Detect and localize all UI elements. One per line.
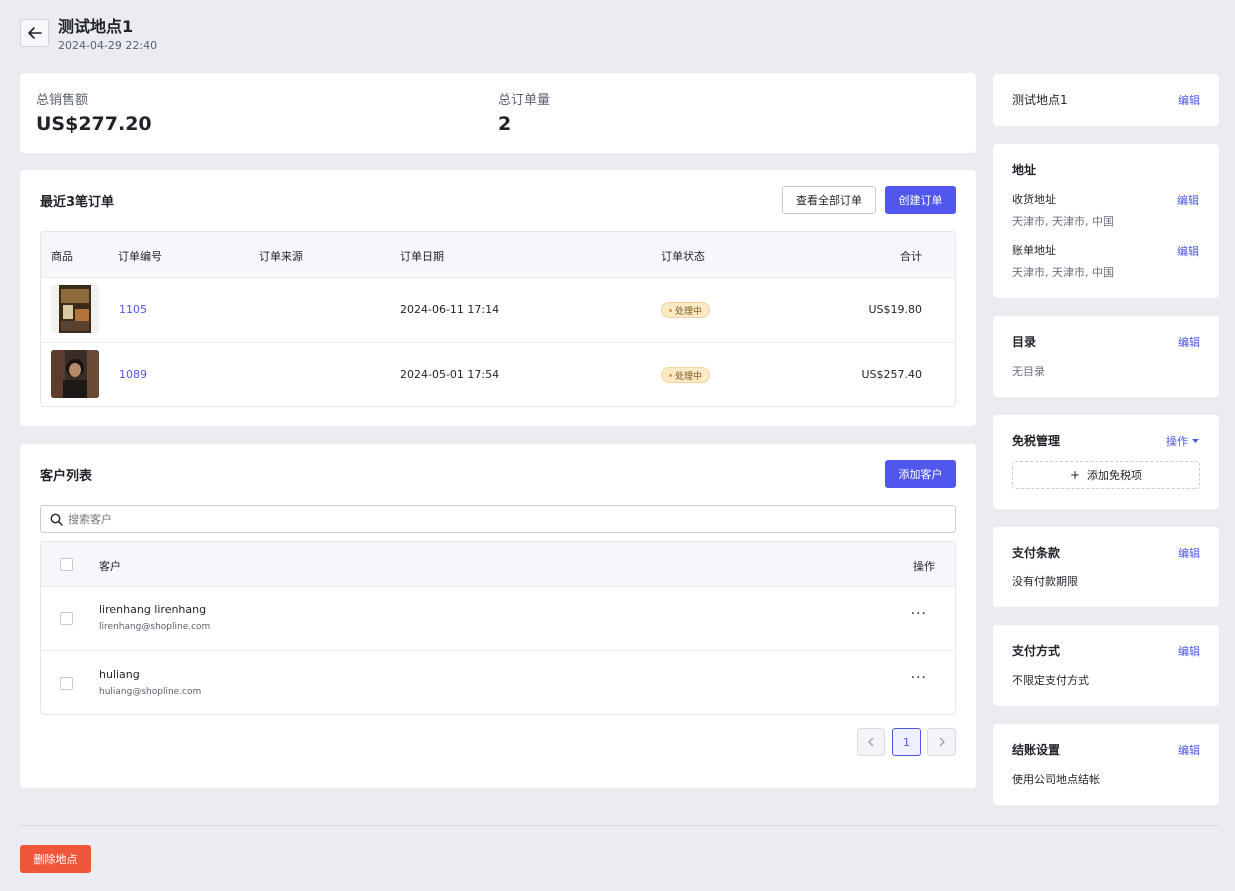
customer-name: huliang (99, 668, 140, 681)
col-order-no: 订单编号 (118, 250, 162, 263)
row-checkbox[interactable] (60, 677, 73, 690)
page-title: 测试地点1 (58, 17, 134, 36)
recent-orders-card: 最近3笔订单 查看全部订单 创建订单 商品 订单编号 订单来源 订单日期 订单状… (20, 170, 976, 426)
row-checkbox[interactable] (60, 612, 73, 625)
select-all-checkbox[interactable] (60, 558, 73, 571)
row-more-button[interactable]: ··· (911, 670, 927, 686)
order-date: 2024-06-11 17:14 (400, 303, 500, 316)
col-date: 订单日期 (400, 250, 444, 263)
col-customer: 客户 (99, 560, 121, 573)
address-card: 地址 收货地址 编辑 天津市, 天津市, 中国 账单地址 编辑 天津市, 天津市… (993, 144, 1219, 298)
payment-terms-card: 支付条款 编辑 没有付款期限 (993, 527, 1219, 607)
recent-orders-title: 最近3笔订单 (40, 195, 115, 210)
pagination-prev[interactable] (857, 728, 885, 756)
catalog-title: 目录 (1012, 335, 1037, 349)
payment-method-title: 支付方式 (1012, 644, 1061, 658)
product-thumbnail (51, 285, 99, 333)
customers-card: 客户列表 添加客户 客户 操作 lirenhang lirenhang lire… (20, 444, 976, 788)
pagination-page[interactable]: 1 (892, 728, 921, 756)
sales-value: US$277.20 (36, 113, 152, 135)
order-total: US$257.40 (861, 368, 922, 381)
payment-method-value: 不限定支付方式 (1012, 674, 1089, 687)
catalog-card: 目录 编辑 无目录 (993, 316, 1219, 397)
payment-terms-title: 支付条款 (1012, 546, 1061, 560)
chevron-right-icon (939, 737, 945, 747)
catalog-value: 无目录 (1012, 365, 1045, 378)
back-button[interactable] (20, 19, 49, 47)
customers-title: 客户列表 (40, 469, 93, 484)
col-status: 订单状态 (661, 250, 705, 263)
col-product: 商品 (51, 250, 73, 263)
page-date: 2024-04-29 22:40 (58, 39, 158, 52)
payment-method-card: 支付方式 编辑 不限定支付方式 (993, 625, 1219, 706)
customer-name: lirenhang lirenhang (99, 603, 207, 616)
plus-icon: + (1069, 468, 1081, 482)
customers-table-header (41, 542, 955, 586)
order-link[interactable]: 1105 (119, 303, 147, 316)
checkout-settings-card: 结账设置 编辑 使用公司地点结帐 (993, 724, 1219, 805)
status-badge: 处理中 (661, 367, 711, 383)
billing-address-value: 天津市, 天津市, 中国 (1012, 266, 1114, 279)
shipping-address-value: 天津市, 天津市, 中国 (1012, 215, 1114, 228)
payment-terms-value: 没有付款期限 (1012, 575, 1078, 588)
order-link[interactable]: 1089 (119, 368, 147, 381)
search-input[interactable] (68, 509, 928, 529)
edit-shipping-link[interactable]: 编辑 (1177, 192, 1199, 208)
create-order-button[interactable]: 创建订单 (885, 186, 956, 214)
billing-address-label: 账单地址 (1012, 244, 1056, 257)
col-total: 合计 (900, 250, 922, 263)
location-name: 测试地点1 (1012, 93, 1068, 107)
checkout-value: 使用公司地点结帐 (1012, 773, 1100, 786)
edit-checkout-link[interactable]: 编辑 (1178, 742, 1200, 758)
product-thumbnail (51, 350, 99, 398)
edit-location-link[interactable]: 编辑 (1178, 92, 1200, 108)
checkout-title: 结账设置 (1012, 743, 1061, 757)
sales-label: 总销售额 (36, 93, 89, 108)
customer-email: lirenhang@shopline.com (99, 622, 211, 632)
pagination-next[interactable] (927, 728, 956, 756)
search-icon (50, 513, 63, 526)
caret-down-icon (1192, 438, 1199, 443)
orders-value: 2 (498, 113, 512, 135)
add-customer-button[interactable]: 添加客户 (885, 460, 956, 488)
location-card: 测试地点1 编辑 (993, 74, 1219, 126)
order-total: US$19.80 (868, 303, 922, 316)
chevron-left-icon (868, 737, 874, 747)
customer-email: huliang@shopline.com (99, 687, 202, 697)
shipping-address-label: 收货地址 (1012, 193, 1056, 206)
edit-payment-method-link[interactable]: 编辑 (1178, 643, 1200, 659)
edit-catalog-link[interactable]: 编辑 (1178, 334, 1200, 350)
order-date: 2024-05-01 17:54 (400, 368, 500, 381)
stats-card: 总销售额 US$277.20 总订单量 2 (20, 73, 976, 153)
status-dot-icon (669, 373, 672, 377)
status-dot-icon (669, 308, 672, 312)
footer-divider (20, 825, 1219, 826)
customers-table: 客户 操作 lirenhang lirenhang lirenhang@shop… (40, 541, 956, 715)
customer-search (40, 505, 956, 533)
address-title: 地址 (1012, 163, 1037, 177)
tax-exemption-card: 免税管理 操作 + 添加免税项 (993, 415, 1219, 509)
edit-payment-terms-link[interactable]: 编辑 (1178, 545, 1200, 561)
arrow-left-icon (27, 27, 42, 39)
col-action: 操作 (913, 560, 935, 573)
tax-title: 免税管理 (1012, 434, 1061, 448)
col-source: 订单来源 (259, 250, 303, 263)
orders-table-header (41, 232, 955, 277)
view-all-orders-button[interactable]: 查看全部订单 (782, 186, 876, 214)
row-more-button[interactable]: ··· (911, 606, 927, 622)
orders-label: 总订单量 (498, 93, 551, 108)
orders-table: 商品 订单编号 订单来源 订单日期 订单状态 合计 1105 2024-06-1… (40, 231, 956, 407)
tax-action-dropdown[interactable]: 操作 (1166, 433, 1199, 449)
status-badge: 处理中 (661, 302, 711, 318)
edit-billing-link[interactable]: 编辑 (1177, 243, 1199, 259)
add-tax-exemption-button[interactable]: + 添加免税项 (1012, 461, 1200, 489)
delete-location-button[interactable]: 删除地点 (20, 845, 91, 873)
